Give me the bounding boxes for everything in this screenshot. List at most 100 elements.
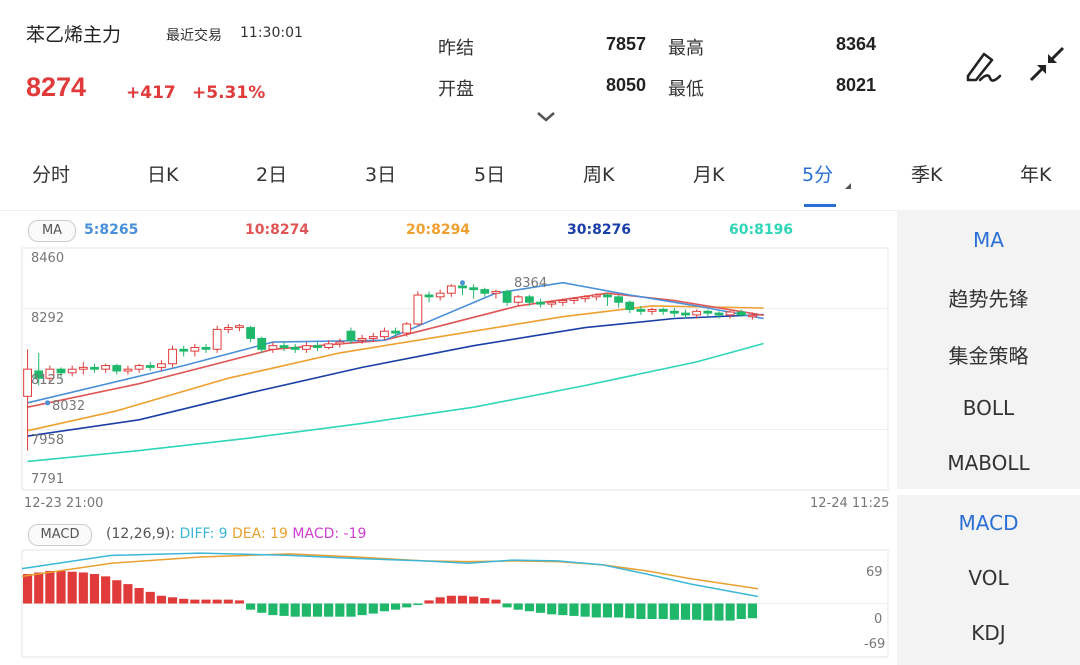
macd-histogram-bar	[101, 576, 111, 604]
macd-histogram-bar	[424, 600, 434, 604]
tab-yearly-k[interactable]: 年K	[1020, 160, 1051, 187]
candle-body	[212, 328, 222, 350]
macd-dea: DEA: 19	[232, 526, 288, 542]
macd-histogram-bar	[491, 599, 501, 604]
macd-histogram-bar	[167, 597, 178, 604]
macd-histogram-bar	[279, 603, 289, 616]
candle-body	[290, 346, 300, 350]
time-axis-end: 12-24 11:25	[810, 496, 890, 511]
indicator-ma[interactable]: MA	[897, 228, 1080, 252]
candle-body	[279, 345, 289, 348]
macd-histogram-bar	[246, 603, 256, 610]
candle-body	[603, 294, 612, 298]
indicator-maboll[interactable]: MABOLL	[897, 451, 1080, 475]
macd-histogram-bar	[647, 603, 657, 620]
candle-body	[736, 311, 746, 316]
candle-body	[235, 325, 244, 329]
candle-body	[703, 310, 713, 314]
ma-indicator-badge[interactable]: MA	[28, 220, 76, 242]
macd-histogram-bar	[669, 603, 679, 620]
high-marker	[459, 280, 465, 286]
macd-histogram-bar	[112, 580, 122, 604]
macd-histogram-bar	[324, 603, 334, 617]
pen-draw-icon[interactable]	[962, 46, 1002, 90]
macd-legend: (12,26,9): DIFF: 9 DEA: 19 MACD: -19	[106, 526, 366, 542]
candle-body	[134, 365, 144, 370]
candle-body	[190, 346, 200, 352]
candle-body	[536, 301, 545, 305]
ma30-value: 30:8276	[567, 222, 632, 238]
candle-body	[78, 366, 88, 370]
price-axis-label: 8460	[31, 251, 65, 266]
macd-histogram-bar	[391, 603, 401, 610]
indicator-vol[interactable]: VOL	[897, 566, 1080, 590]
macd-histogram-bar	[123, 584, 133, 604]
indicator-macd[interactable]: MACD	[897, 511, 1080, 535]
macd-histogram-bar	[535, 603, 546, 613]
macd-histogram-bar	[89, 574, 100, 604]
macd-histogram-bar	[469, 596, 479, 604]
candle-body	[446, 285, 456, 294]
main-indicator-panel: MA 趋势先锋 集金策略 BOLL MABOLL	[897, 210, 1080, 489]
candle-body	[123, 368, 133, 372]
macd-indicator-badge[interactable]: MACD	[28, 524, 92, 546]
macd-histogram-bar	[413, 603, 423, 606]
macd-axis-label: 69	[866, 565, 883, 580]
candle-body	[246, 327, 256, 339]
macd-histogram-bar	[156, 595, 166, 604]
candle-body	[324, 343, 334, 348]
indicator-boll[interactable]: BOLL	[897, 396, 1080, 420]
kline-chart[interactable]	[0, 0, 897, 665]
macd-histogram-bar	[569, 603, 579, 616]
macd-histogram-bar	[402, 603, 412, 608]
ma5-line	[27, 281, 764, 404]
candle-body	[402, 323, 412, 334]
macd-histogram-bar	[736, 603, 746, 620]
price-axis-label: 7958	[31, 433, 65, 448]
candle-body	[725, 311, 735, 316]
candle-body	[524, 296, 534, 303]
macd-histogram-bar	[547, 603, 557, 615]
candle-body	[90, 366, 99, 370]
candle-body	[368, 336, 378, 339]
tab-quarterly-k[interactable]: 季K	[911, 160, 942, 187]
indicator-trend-pioneer[interactable]: 趋势先锋	[897, 283, 1080, 312]
candle-body	[112, 365, 122, 372]
ma60-value: 60:8196	[729, 222, 794, 238]
candle-body	[346, 330, 356, 341]
macd-histogram-bar	[591, 603, 601, 618]
candle-body	[636, 308, 646, 312]
macd-histogram-bar	[636, 603, 646, 620]
candle-body	[580, 296, 590, 300]
macd-histogram-bar	[725, 603, 735, 621]
macd-histogram-bar	[335, 603, 345, 617]
macd-histogram-bar	[368, 603, 378, 614]
macd-histogram-bar	[301, 603, 311, 617]
macd-histogram-bar	[290, 603, 300, 617]
price-axis-label: 8292	[31, 311, 65, 326]
macd-histogram-bar	[223, 599, 233, 604]
candle-body	[67, 368, 77, 374]
indicator-jijin-strategy[interactable]: 集金策略	[897, 340, 1080, 369]
candle-body	[469, 287, 479, 291]
macd-histogram-bar	[658, 603, 668, 620]
price-axis-label: 7791	[31, 472, 65, 487]
macd-value: MACD: -19	[292, 526, 367, 542]
macd-histogram-bar	[480, 598, 490, 604]
macd-histogram-bar	[524, 603, 534, 612]
candle-body	[201, 346, 211, 350]
candle-body	[257, 337, 267, 350]
candle-body	[458, 285, 467, 289]
indicator-kdj[interactable]: KDJ	[897, 621, 1080, 645]
candle-body	[547, 301, 557, 305]
macd-histogram-bar	[502, 603, 512, 608]
candle-body	[569, 298, 579, 301]
candle-body	[614, 296, 624, 303]
collapse-arrows-icon[interactable]	[1027, 44, 1067, 88]
macd-histogram-bar	[625, 603, 635, 619]
candle-body	[558, 299, 568, 303]
candle-body	[380, 330, 389, 338]
candle-body	[413, 294, 423, 325]
macd-histogram-bar	[602, 603, 613, 618]
candle-body	[391, 330, 400, 334]
